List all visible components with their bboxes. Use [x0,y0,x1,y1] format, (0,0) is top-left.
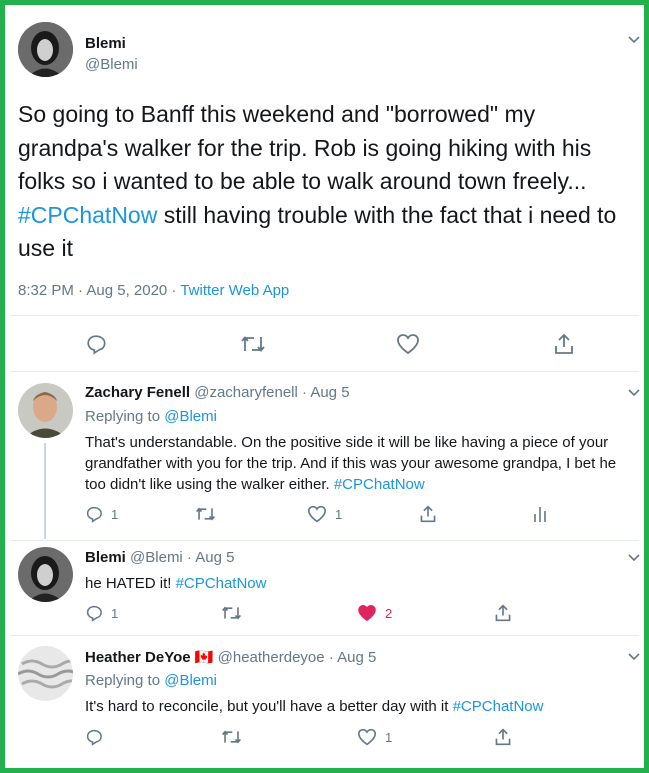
like-button[interactable]: 1 [307,505,342,523]
source-link[interactable]: Twitter Web App [180,282,289,299]
retweet-button[interactable] [195,505,216,523]
like-count: 1 [335,506,343,522]
share-icon [420,505,436,523]
hashtag-link[interactable]: #CPChatNow [334,476,425,493]
reply-icon [86,605,102,622]
share-icon [495,728,511,746]
reply-header: Zachary Fenell @zacharyfenell · Aug 5 [85,384,350,401]
tweet-text: So going to Banff this weekend and "borr… [18,101,617,261]
retweet-button[interactable] [221,604,242,622]
chevron-down-icon[interactable] [627,551,641,565]
analytics-icon [534,507,546,522]
author-name[interactable]: Heather DeYoe [85,649,191,666]
divider [10,635,639,636]
retweet-button[interactable] [221,728,242,746]
reply-date[interactable]: · Aug 5 [325,649,377,666]
canada-flag-icon: 🇨🇦 [194,649,214,666]
share-button[interactable] [494,727,512,747]
avatar[interactable] [18,383,73,438]
author-name[interactable]: Blemi [85,549,126,566]
chevron-down-icon[interactable] [627,386,641,400]
like-count: 1 [385,729,393,745]
replying-to: Replying to @Blemi [85,408,217,425]
avatar[interactable] [18,646,73,701]
author-handle[interactable]: @heatherdeyoe [218,649,325,666]
reply-count: 1 [111,506,119,522]
share-icon [495,604,511,622]
author-handle[interactable]: @zacharyfenell [194,384,298,401]
hashtag-link[interactable]: #CPChatNow [18,202,157,228]
tweet-thread: Blemi @Blemi So going to Banff this week… [0,0,649,773]
divider [10,315,639,316]
like-button[interactable]: 1 [357,728,392,746]
reply-button[interactable] [85,333,107,355]
like-count: 2 [385,605,393,621]
avatar[interactable] [18,547,73,602]
reply-date[interactable]: · Aug 5 [183,549,235,566]
author-name[interactable]: Blemi [85,35,126,52]
divider [10,540,639,541]
avatar[interactable] [18,22,73,77]
share-button[interactable] [419,504,437,524]
like-icon [307,505,327,523]
reply-date[interactable]: · Aug 5 [298,384,350,401]
reply-count: 1 [111,605,119,621]
analytics-button[interactable] [533,505,547,523]
like-button[interactable] [396,333,420,355]
share-icon [555,333,573,354]
author-handle[interactable]: @Blemi [130,549,183,566]
reply-text: That's understandable. On the positive s… [85,434,617,493]
mention-link[interactable]: @Blemi [164,408,217,425]
reply-icon [86,506,102,523]
divider [10,371,639,372]
like-icon [357,728,377,746]
reply-button[interactable] [85,728,103,746]
hashtag-link[interactable]: #CPChatNow [176,575,267,592]
share-button[interactable] [494,603,512,623]
reply-icon [87,335,106,355]
reply-text: he HATED it! #CPChatNow [85,575,267,592]
retweet-icon [222,730,241,744]
like-icon-filled [358,605,376,622]
retweet-icon [241,336,265,352]
author-name[interactable]: Zachary Fenell [85,384,190,401]
reply-header: Blemi @Blemi · Aug 5 [85,549,234,566]
reply-text: It's hard to reconcile, but you'll have … [85,698,544,715]
retweet-button[interactable] [240,333,266,355]
like-button[interactable]: 2 [357,604,392,622]
hashtag-link[interactable]: #CPChatNow [453,698,544,715]
retweet-icon [222,606,241,620]
reply-icon [86,729,102,746]
mention-link[interactable]: @Blemi [164,672,217,689]
thread-line [44,443,46,539]
reply-button[interactable]: 1 [85,604,118,622]
replying-to: Replying to @Blemi [85,672,217,689]
retweet-icon [196,507,215,521]
share-button[interactable] [553,332,575,356]
chevron-down-icon[interactable] [627,650,641,664]
reply-header: Heather DeYoe 🇨🇦 @heatherdeyoe · Aug 5 [85,648,376,666]
author-handle[interactable]: @Blemi [85,56,138,73]
chevron-down-icon[interactable] [627,33,641,47]
like-icon [397,334,419,355]
tweet-timestamp: 8:32 PM · Aug 5, 2020 · Twitter Web App [18,282,290,299]
reply-button[interactable]: 1 [85,505,118,523]
